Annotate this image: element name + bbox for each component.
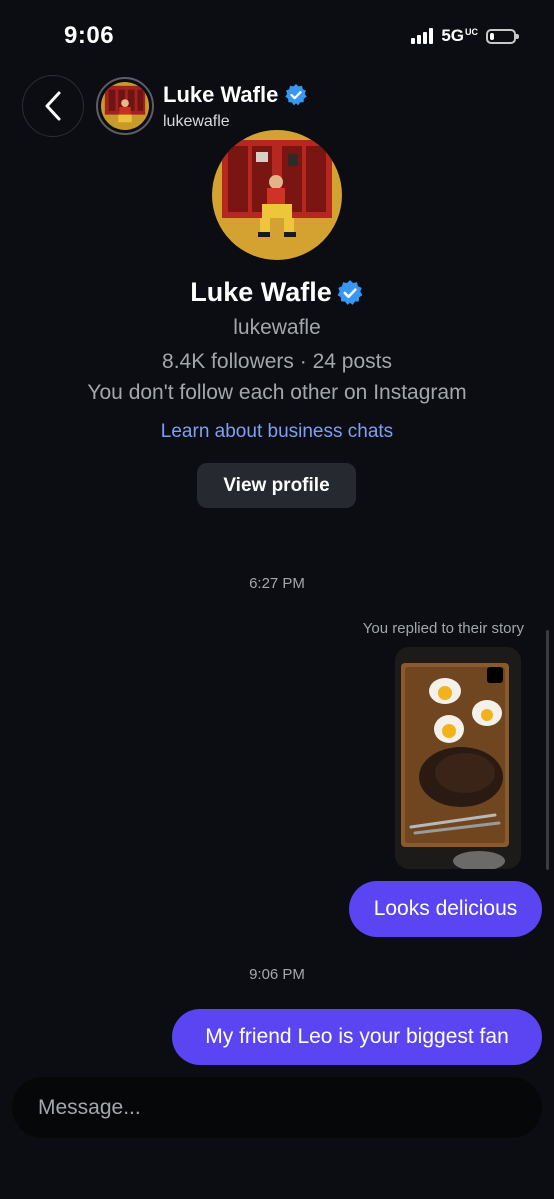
business-chats-link[interactable]: Learn about business chats <box>0 421 554 443</box>
profile-stats: 8.4K followers · 24 posts <box>162 350 392 373</box>
cellular-signal-icon <box>411 28 434 44</box>
sent-message-bubble[interactable]: Looks delicious <box>349 881 542 937</box>
header-name-label: Luke Wafle <box>163 82 279 107</box>
header-username: lukewafle <box>163 113 230 130</box>
verified-badge-icon <box>285 84 307 106</box>
message-timestamp: 6:27 PM <box>249 575 305 592</box>
profile-name: Luke Wafle <box>0 277 554 308</box>
profile-name-label: Luke Wafle <box>190 277 332 307</box>
network-indicator: 5G UC <box>441 26 478 46</box>
chevron-left-icon <box>45 91 61 121</box>
network-label: 5G <box>441 26 464 45</box>
view-profile-button[interactable]: View profile <box>197 463 356 508</box>
verified-badge-icon <box>337 279 363 305</box>
sent-message-bubble[interactable]: My friend Leo is your biggest fan <box>172 1009 542 1065</box>
story-reply-thumbnail[interactable] <box>395 647 521 869</box>
message-timestamp: 9:06 PM <box>249 966 305 983</box>
message-input[interactable] <box>36 1094 542 1121</box>
profile-image <box>212 130 342 260</box>
avatar-image <box>101 82 149 130</box>
message-composer[interactable] <box>12 1077 542 1138</box>
header-name[interactable]: Luke Wafle <box>163 82 308 108</box>
message-text: My friend Leo is your biggest fan <box>205 1025 509 1048</box>
story-reply-caption: You replied to their story <box>362 620 524 637</box>
back-button[interactable] <box>22 75 84 137</box>
network-suffix: UC <box>465 27 478 37</box>
status-indicators: 5G UC <box>411 26 519 46</box>
profile-picture[interactable] <box>212 130 342 260</box>
battery-icon <box>486 28 519 44</box>
header-avatar[interactable] <box>96 77 154 135</box>
scrollbar[interactable] <box>546 630 549 870</box>
follow-status-note: You don't follow each other on Instagram <box>87 381 467 404</box>
battery-level <box>490 32 495 40</box>
profile-username: lukewafle <box>233 316 321 339</box>
story-badge-icon <box>487 667 503 683</box>
status-time: 9:06 <box>64 22 115 49</box>
message-text: Looks delicious <box>373 897 518 920</box>
